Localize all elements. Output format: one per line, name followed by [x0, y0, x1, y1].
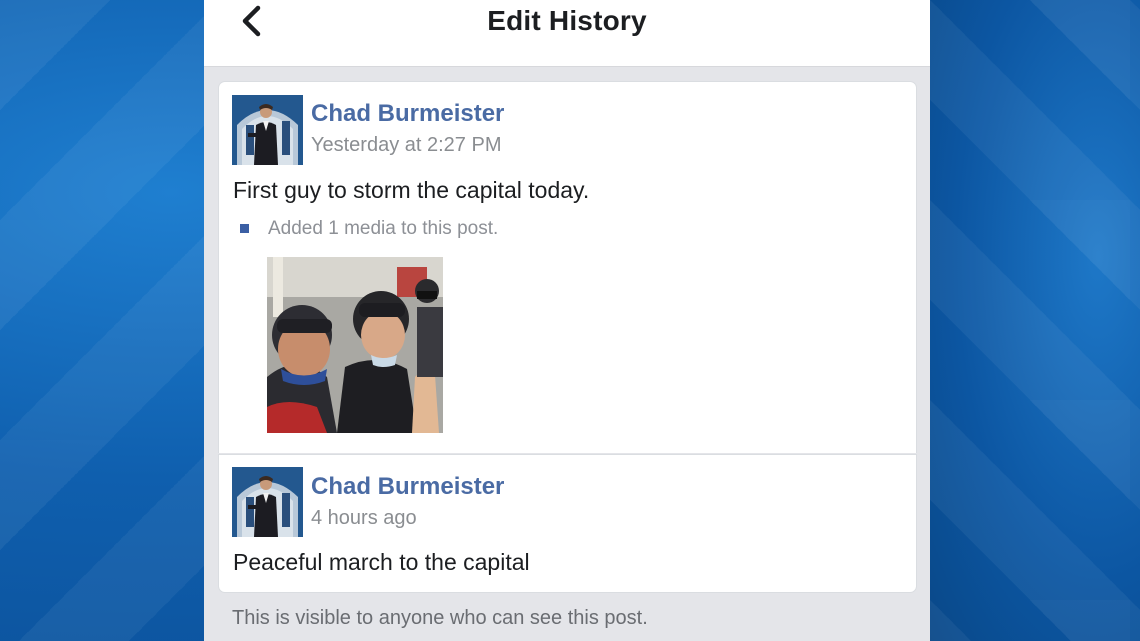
- revision-card: Chad Burmeister Yesterday at 2:27 PM Fir…: [218, 81, 917, 453]
- visibility-note: This is visible to anyone who can see th…: [232, 607, 648, 629]
- post-photo[interactable]: [267, 257, 443, 433]
- avatar[interactable]: [232, 467, 303, 537]
- page-title: Edit History: [487, 5, 647, 36]
- phone-screen: Edit History Chad Burmeister Yesterday a…: [204, 0, 930, 641]
- background-right: [930, 0, 1140, 641]
- post-timestamp[interactable]: Yesterday at 2:27 PM: [311, 134, 502, 157]
- author-name[interactable]: Chad Burmeister: [311, 100, 504, 128]
- media-note: Added 1 media to this post.: [268, 218, 499, 239]
- post-timestamp[interactable]: 4 hours ago: [311, 507, 417, 530]
- revision-card: Chad Burmeister 4 hours ago Peaceful mar…: [218, 454, 917, 593]
- post-text: Peaceful march to the capital: [233, 549, 530, 575]
- header-bar: Edit History: [204, 0, 930, 67]
- avatar[interactable]: [232, 95, 303, 165]
- bullet-marker: [240, 224, 249, 233]
- author-name[interactable]: Chad Burmeister: [311, 473, 504, 501]
- post-text: First guy to storm the capital today.: [233, 177, 590, 203]
